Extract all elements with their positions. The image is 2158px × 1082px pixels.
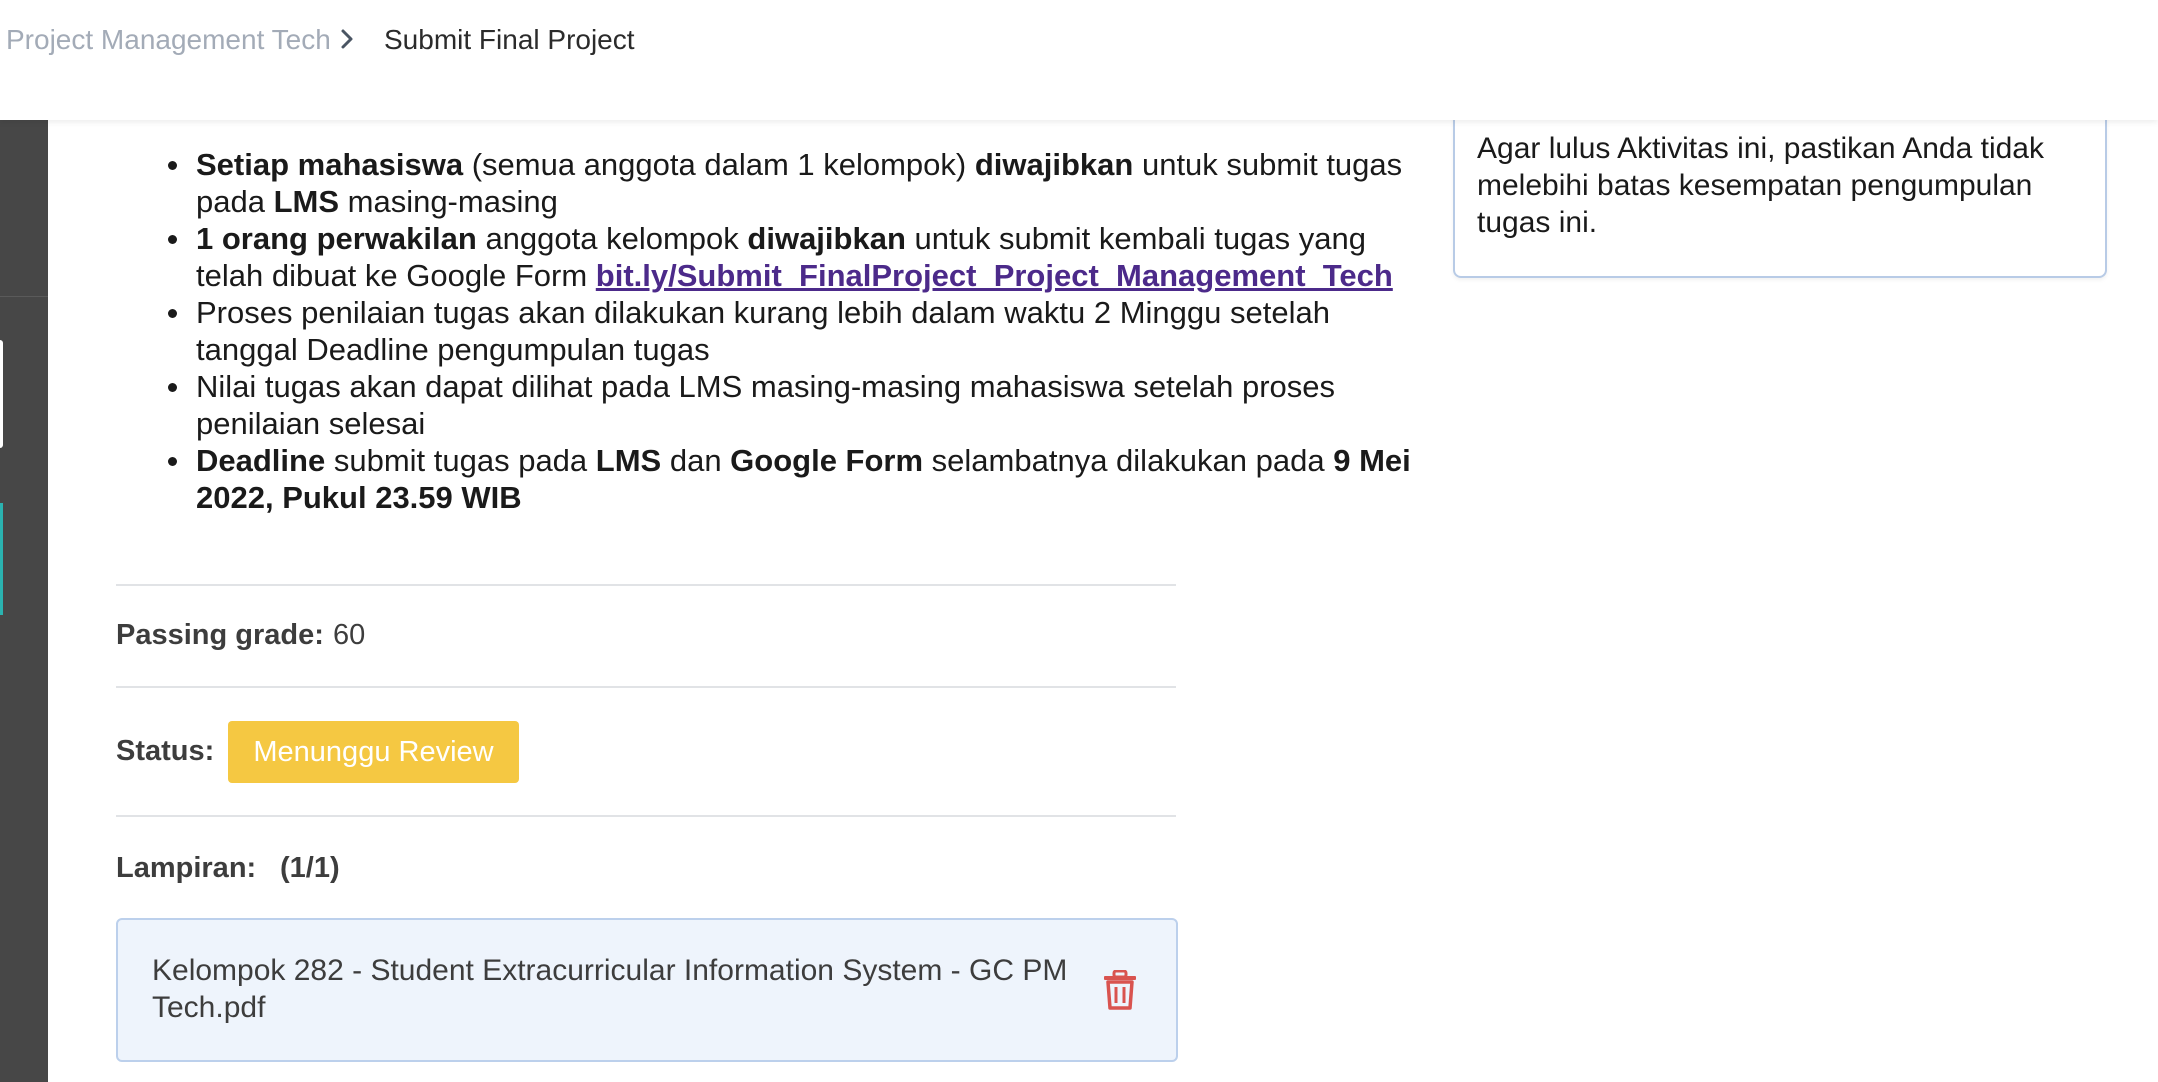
instruction-item: Nilai tugas akan dapat dilihat pada LMS … xyxy=(160,368,1430,442)
info-text: Agar lulus Aktivitas ini, pastikan Anda … xyxy=(1477,132,2044,239)
sidebar xyxy=(0,0,48,1082)
divider xyxy=(116,584,1176,586)
instruction-item: 1 orang perwakilan anggota kelompok diwa… xyxy=(160,220,1430,294)
sidebar-tab-active-indicator[interactable] xyxy=(0,503,3,615)
chevron-right-icon xyxy=(341,29,353,49)
instruction-text: dan xyxy=(661,443,731,478)
info-box: Agar lulus Aktivitas ini, pastikan Anda … xyxy=(1453,100,2107,278)
google-form-link[interactable]: bit.ly/Submit_FinalProject_Project_Manag… xyxy=(596,258,1393,293)
divider xyxy=(116,686,1176,688)
instruction-text: submit tugas pada xyxy=(325,443,596,478)
attachments-label: Lampiran: xyxy=(116,852,257,884)
instruction-bold: Deadline xyxy=(196,443,326,478)
trash-icon[interactable] xyxy=(1102,970,1138,1010)
passing-grade-value: 60 xyxy=(333,619,366,651)
attachments-count: (1/1) xyxy=(280,852,340,884)
instruction-item: Proses penilaian tugas akan dilakukan ku… xyxy=(160,294,1430,368)
attachment-file-name[interactable]: Kelompok 282 - Student Extracurricular I… xyxy=(152,952,1072,1026)
instruction-item: Deadline submit tugas pada LMS dan Googl… xyxy=(160,442,1430,516)
instruction-bold: diwajibkan xyxy=(974,147,1134,182)
instruction-bold: diwajibkan xyxy=(747,221,906,256)
breadcrumb-current: Submit Final Project xyxy=(384,24,635,55)
sidebar-divider xyxy=(0,296,48,297)
status-label: Status: xyxy=(116,735,215,767)
instruction-bold: Google Form xyxy=(730,443,924,478)
instruction-bold: 1 orang perwakilan xyxy=(196,221,477,256)
divider xyxy=(116,815,1176,817)
sidebar-tab-indicator[interactable] xyxy=(0,340,3,448)
instruction-text: anggota kelompok xyxy=(476,221,748,256)
instruction-text: masing-masing xyxy=(339,184,558,219)
instruction-bold: LMS xyxy=(595,443,662,478)
instruction-item: Setiap mahasiswa (semua anggota dalam 1 … xyxy=(160,146,1430,220)
instruction-bold: LMS xyxy=(273,184,340,219)
instruction-text: (semua anggota dalam 1 kelompok) xyxy=(463,147,975,182)
status-badge: Menunggu Review xyxy=(228,721,519,783)
passing-grade-label: Passing grade: xyxy=(116,619,324,651)
instruction-text: selambatnya dilakukan pada xyxy=(923,443,1334,478)
instruction-bold: Setiap mahasiswa xyxy=(196,147,464,182)
top-bar: Project Management Tech Submit Final Pro… xyxy=(0,0,2158,120)
attachment-item[interactable]: Kelompok 282 - Student Extracurricular I… xyxy=(116,918,1178,1062)
instruction-list: Setiap mahasiswa (semua anggota dalam 1 … xyxy=(160,146,1430,516)
breadcrumb-parent[interactable]: Project Management Tech xyxy=(6,24,331,56)
